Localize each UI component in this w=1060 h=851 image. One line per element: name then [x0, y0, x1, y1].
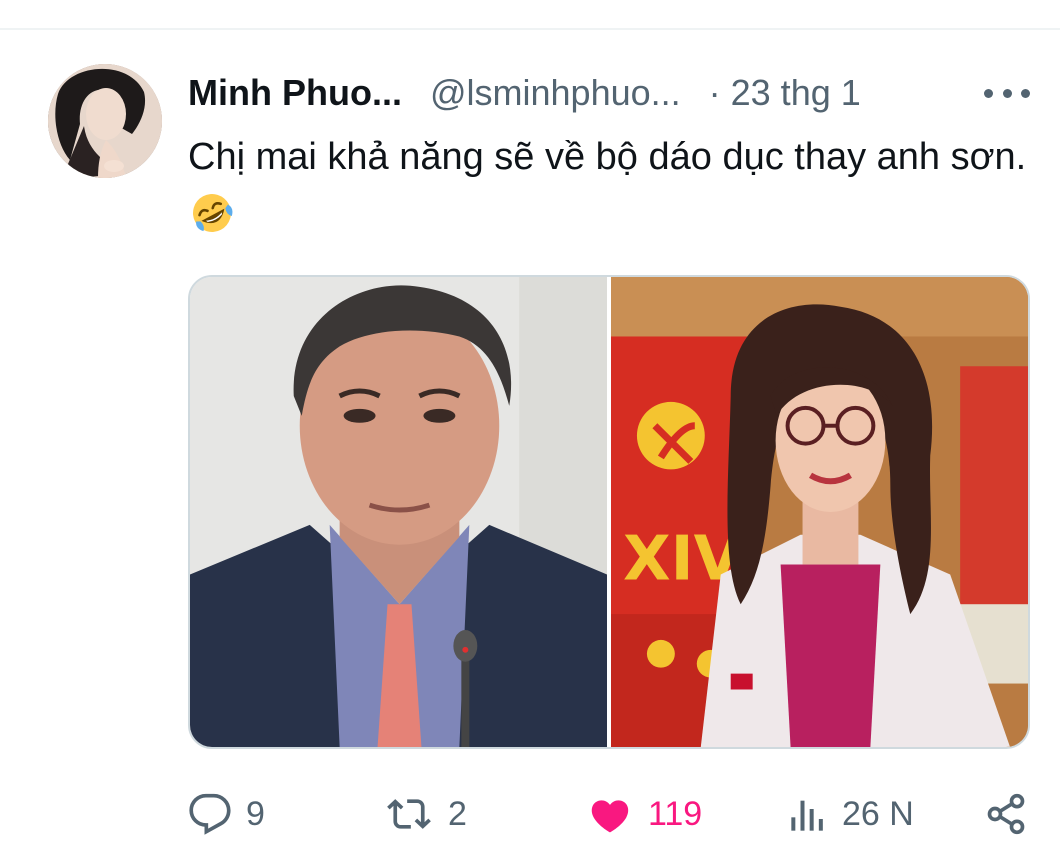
- views-button[interactable]: 26 N: [788, 784, 914, 844]
- retweet-count: 2: [448, 794, 467, 833]
- tweet-date[interactable]: 23 thg 1: [731, 72, 861, 114]
- heart-filled-icon: [591, 800, 629, 833]
- photo-woman-illustration: XIV: [611, 277, 1028, 747]
- top-divider: [0, 28, 1060, 30]
- media-photo-1[interactable]: [190, 277, 607, 747]
- reply-button[interactable]: 9: [188, 784, 265, 844]
- speech-bubble-icon: [189, 793, 231, 835]
- tweet-header: Minh Phuo... @lsminhphuo... · 23 thg 1: [188, 68, 1030, 118]
- bar-chart-icon: [791, 800, 823, 831]
- more-horizontal-icon[interactable]: [984, 78, 1030, 108]
- like-count: 119: [648, 794, 703, 833]
- photo-man-illustration: [190, 277, 607, 747]
- views-count: 26 N: [842, 794, 914, 833]
- media-photo-2[interactable]: XIV: [611, 277, 1028, 747]
- retweet-button[interactable]: 2: [384, 784, 467, 844]
- share-button[interactable]: [984, 784, 1028, 844]
- share-nodes-icon: [987, 793, 1025, 835]
- media-grid[interactable]: XIV: [188, 275, 1030, 749]
- retweet-arrows-icon: [387, 799, 431, 829]
- action-bar: 9 2 119 26 N: [188, 784, 1038, 844]
- rolling-laughing-emoji-icon: [193, 194, 233, 232]
- tweet-text-container: Chị mai khả năng sẽ về bộ dáo dục thay a…: [188, 128, 1038, 244]
- avatar-photo: [48, 64, 162, 178]
- user-handle[interactable]: @lsminhphuo...: [430, 72, 681, 114]
- separator-dot: ·: [708, 72, 721, 113]
- reply-count: 9: [246, 794, 265, 833]
- like-button[interactable]: 119: [586, 784, 702, 844]
- tweet-text: Chị mai khả năng sẽ về bộ dáo dục thay a…: [188, 136, 1027, 178]
- display-name[interactable]: Minh Phuo...: [188, 72, 402, 114]
- avatar[interactable]: [48, 64, 162, 178]
